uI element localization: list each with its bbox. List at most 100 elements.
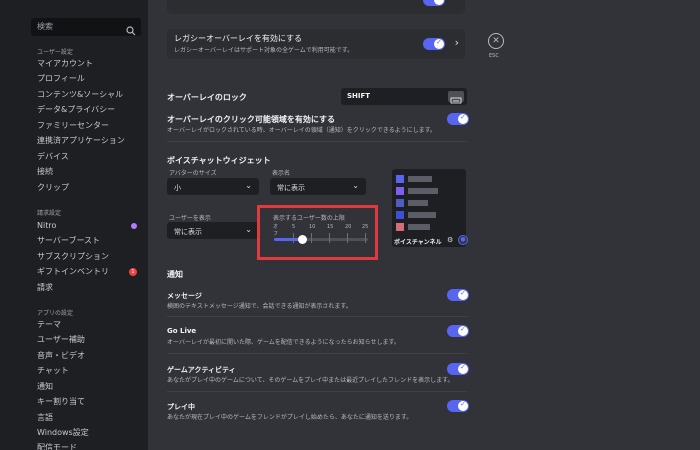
check-icon: ✓ — [436, 38, 442, 46]
notif-now-playing-toggle[interactable]: ✓ — [447, 400, 469, 412]
max-users-ticks: オフ 5 10 15 20 25 — [273, 224, 368, 237]
sidebar-item-server-boost[interactable]: サーバーブースト — [37, 235, 143, 247]
display-name-select[interactable]: 常に表示 ⌄ — [270, 178, 366, 195]
sidebar-item-family-center[interactable]: ファミリーセンター — [37, 120, 143, 132]
preview-channel-name: ボイスチャンネル — [394, 239, 442, 246]
sidebar-item-authorized-apps[interactable]: 連携済アプリケーション — [37, 135, 143, 147]
sidebar-item-billing[interactable]: 請求 — [37, 282, 143, 294]
sidebar-item-profile[interactable]: プロフィール — [37, 73, 143, 85]
display-name-value: 常に表示 — [277, 184, 305, 192]
check-icon: ✓ — [460, 325, 466, 333]
legacy-overlay-card[interactable]: レガシーオーバーレイを有効にする レガシーオーバーレイはサポート対象の全ゲームで… — [167, 29, 465, 59]
sidebar-item-my-account[interactable]: マイアカウント — [37, 58, 143, 70]
avatar — [396, 223, 404, 231]
avatar-size-label: アバターのサイズ — [169, 170, 217, 177]
user-name-blur — [408, 188, 438, 194]
previous-card-toggle[interactable] — [423, 0, 445, 6]
divider — [167, 391, 467, 392]
voice-widget-title: ボイスチャットウィジェット — [167, 156, 271, 165]
sidebar-item-keybinds[interactable]: キー割り当て — [37, 396, 143, 408]
sidebar-item-chat[interactable]: チャット — [37, 365, 143, 377]
sidebar-item-subscriptions[interactable]: サブスクリプション — [37, 251, 143, 263]
clickable-zone-title: オーバーレイのクリック可能領域を有効にする — [167, 115, 335, 124]
overlay-lock-hotkey[interactable]: SHIFT — [341, 88, 467, 105]
overlay-lock-title: オーバーレイのロック — [167, 93, 247, 102]
notif-game-activity-title: ゲームアクティビティ — [167, 366, 236, 374]
notif-game-activity-toggle[interactable]: ✓ — [447, 363, 469, 375]
sidebar-item-label: ギフトインベントリ — [37, 267, 109, 276]
esc-label: ESC — [489, 53, 499, 59]
avatar — [396, 211, 404, 219]
max-users-label: 表示するユーザー数の上限 — [273, 215, 345, 222]
sidebar-item-connections[interactable]: 接続 — [37, 166, 143, 178]
check-icon: ✓ — [460, 363, 466, 371]
chevron-down-icon: ⌄ — [245, 225, 252, 234]
notif-golive-title: Go Live — [167, 327, 197, 335]
avatar-size-select[interactable]: 小 ⌄ — [167, 178, 259, 195]
tick-mark — [365, 233, 366, 243]
avatar — [396, 187, 404, 195]
search-placeholder: 検索 — [37, 22, 53, 31]
divider — [167, 353, 467, 354]
nitro-icon — [131, 223, 137, 229]
notifications-header: 通知 — [167, 270, 183, 279]
chevron-right-icon: › — [454, 36, 459, 49]
overlay-settings-panel: レガシーオーバーレイを有効にする レガシーオーバーレイはサポート対象の全ゲームで… — [148, 0, 700, 450]
voice-widget-preview — [392, 169, 466, 247]
chevron-down-icon: ⌄ — [352, 181, 359, 190]
sidebar-item-windows-settings[interactable]: Windows設定 — [37, 427, 143, 439]
show-users-select[interactable]: 常に表示 ⌄ — [167, 222, 259, 239]
sidebar-item-content-social[interactable]: コンテンツ&ソーシャル — [37, 89, 143, 101]
sidebar-item-gift-inventory[interactable]: ギフトインベントリ 1 — [37, 266, 143, 278]
tick-mark — [329, 233, 330, 243]
check-icon: ✓ — [460, 113, 466, 121]
avatar — [396, 175, 404, 183]
divider — [167, 316, 467, 317]
user-name-blur — [408, 212, 436, 218]
notif-golive-toggle[interactable]: ✓ — [447, 325, 469, 337]
gear-icon: ⚙ — [447, 236, 454, 244]
show-users-label: ユーザーを表示 — [169, 215, 211, 222]
sidebar-item-accessibility[interactable]: ユーザー補助 — [37, 334, 143, 346]
tick-label: 5 — [292, 224, 296, 230]
notif-now-playing-title: プレイ中 — [167, 403, 195, 411]
display-name-label: 表示名 — [272, 170, 291, 177]
tick-label: 10 — [309, 224, 316, 230]
notif-now-playing-subtitle: あなたが現在プレイ中のゲームをフレンドがプレイし始めたら、あなたに通知を送ります… — [167, 414, 413, 421]
app-settings-header: アプリの設定 — [37, 310, 74, 317]
user-settings-header: ユーザー設定 — [37, 49, 73, 56]
sidebar-item-streamer-mode[interactable]: 配信モード — [37, 442, 143, 450]
avatar — [396, 199, 404, 207]
sidebar-item-data-privacy[interactable]: データ&プライバシー — [37, 104, 143, 116]
clickable-zone-toggle[interactable]: ✓ — [447, 113, 469, 125]
notif-message-toggle[interactable]: ✓ — [447, 289, 469, 301]
search-input[interactable]: 検索 — [31, 18, 141, 36]
notif-golive-subtitle: オーバーレイが最初に開いた際、ゲームを配信できるようになったらお知らせします。 — [167, 339, 400, 346]
sidebar-item-devices[interactable]: デバイス — [37, 151, 143, 163]
sidebar-item-language[interactable]: 言語 — [37, 412, 143, 424]
legacy-overlay-subtitle: レガシーオーバーレイはサポート対象の全ゲームで利用可能です。 — [174, 47, 354, 54]
sidebar-item-appearance[interactable]: テーマ — [37, 319, 143, 331]
billing-settings-header: 請求設定 — [37, 210, 62, 217]
gift-count-badge: 1 — [129, 268, 137, 276]
sidebar-item-voice-video[interactable]: 音声・ビデオ — [37, 350, 143, 362]
keyboard-icon[interactable] — [448, 91, 464, 104]
sidebar-item-nitro[interactable]: Nitro — [37, 220, 143, 232]
legacy-overlay-title: レガシーオーバーレイを有効にする — [174, 34, 302, 43]
legacy-overlay-toggle[interactable]: ✓ — [423, 38, 445, 50]
user-name-blur — [408, 200, 428, 206]
microphone-icon: ● — [458, 235, 468, 245]
settings-sidebar: 検索 ユーザー設定 マイアカウント プロフィール コンテンツ&ソーシャル データ… — [0, 0, 148, 450]
notif-game-activity-subtitle: あなたがプレイ中のゲームについて、そのゲームをプレイ中または最近プレイしたフレン… — [167, 377, 454, 384]
close-icon: ✕ — [492, 36, 500, 46]
tick-label: 20 — [345, 224, 352, 230]
search-icon — [126, 21, 136, 40]
max-users-slider-handle[interactable] — [298, 235, 307, 244]
check-icon: ✓ — [460, 289, 466, 297]
sidebar-item-clips[interactable]: クリップ — [37, 182, 143, 194]
tick-label: 15 — [327, 224, 334, 230]
sidebar-item-notifications[interactable]: 通知 — [37, 381, 143, 393]
show-users-value: 常に表示 — [174, 228, 202, 236]
close-button[interactable]: ✕ — [488, 33, 504, 49]
check-icon: ✓ — [460, 400, 466, 408]
